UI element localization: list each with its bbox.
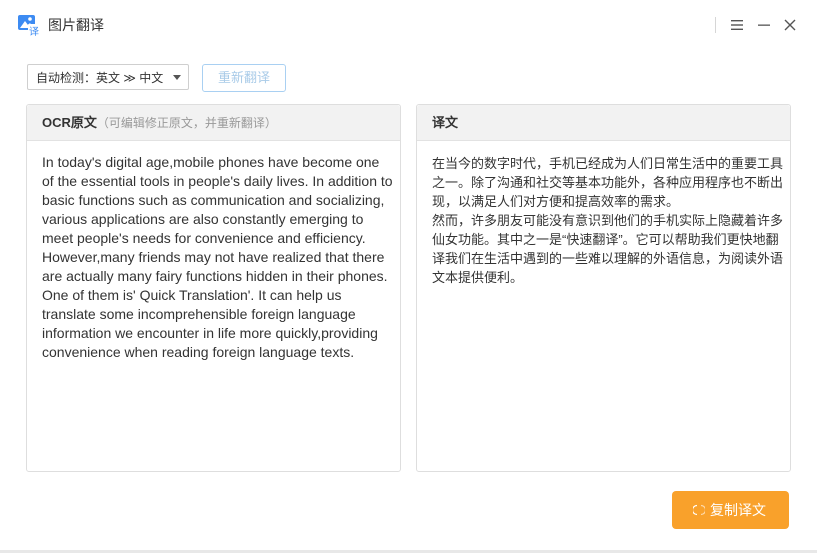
source-panel: OCR原文（可编辑修正原文，并重新翻译） In today's digital …: [26, 104, 401, 472]
app-title: 图片翻译: [48, 17, 104, 33]
target-panel: 译文 在当今的数字时代，手机已经成为人们日常生活中的重要工具之一。除了沟通和社交…: [416, 104, 791, 472]
close-icon[interactable]: [782, 17, 798, 33]
minimize-icon[interactable]: [756, 17, 772, 33]
language-select-value: 自动检测：英文 ≫ 中文: [36, 71, 164, 85]
copy-translation-label: 复制译文: [710, 502, 766, 518]
title-bar: 译 图片翻译: [0, 0, 817, 50]
source-panel-hint: （可编辑修正原文，并重新翻译）: [96, 116, 277, 130]
title-bar-divider: [715, 17, 716, 33]
svg-text:译: 译: [29, 26, 39, 36]
translated-text: 在当今的数字时代，手机已经成为人们日常生活中的重要工具之一。除了沟通和社交等基本…: [432, 156, 784, 285]
source-panel-header: OCR原文（可编辑修正原文，并重新翻译）: [27, 105, 400, 141]
chevron-down-icon: [173, 75, 181, 80]
image-translate-app-icon: 译: [18, 15, 40, 36]
source-text-editor[interactable]: In today's digital age,mobile phones hav…: [42, 153, 394, 362]
language-select[interactable]: 自动检测：英文 ≫ 中文: [27, 64, 189, 90]
copy-icon: [693, 504, 705, 516]
target-panel-title: 译文: [432, 115, 459, 130]
target-panel-header: 译文: [417, 105, 790, 141]
retranslate-button[interactable]: 重新翻译: [202, 64, 286, 92]
copy-translation-button[interactable]: 复制译文: [672, 491, 789, 529]
menu-icon[interactable]: [729, 17, 745, 33]
source-panel-title: OCR原文: [42, 115, 97, 130]
